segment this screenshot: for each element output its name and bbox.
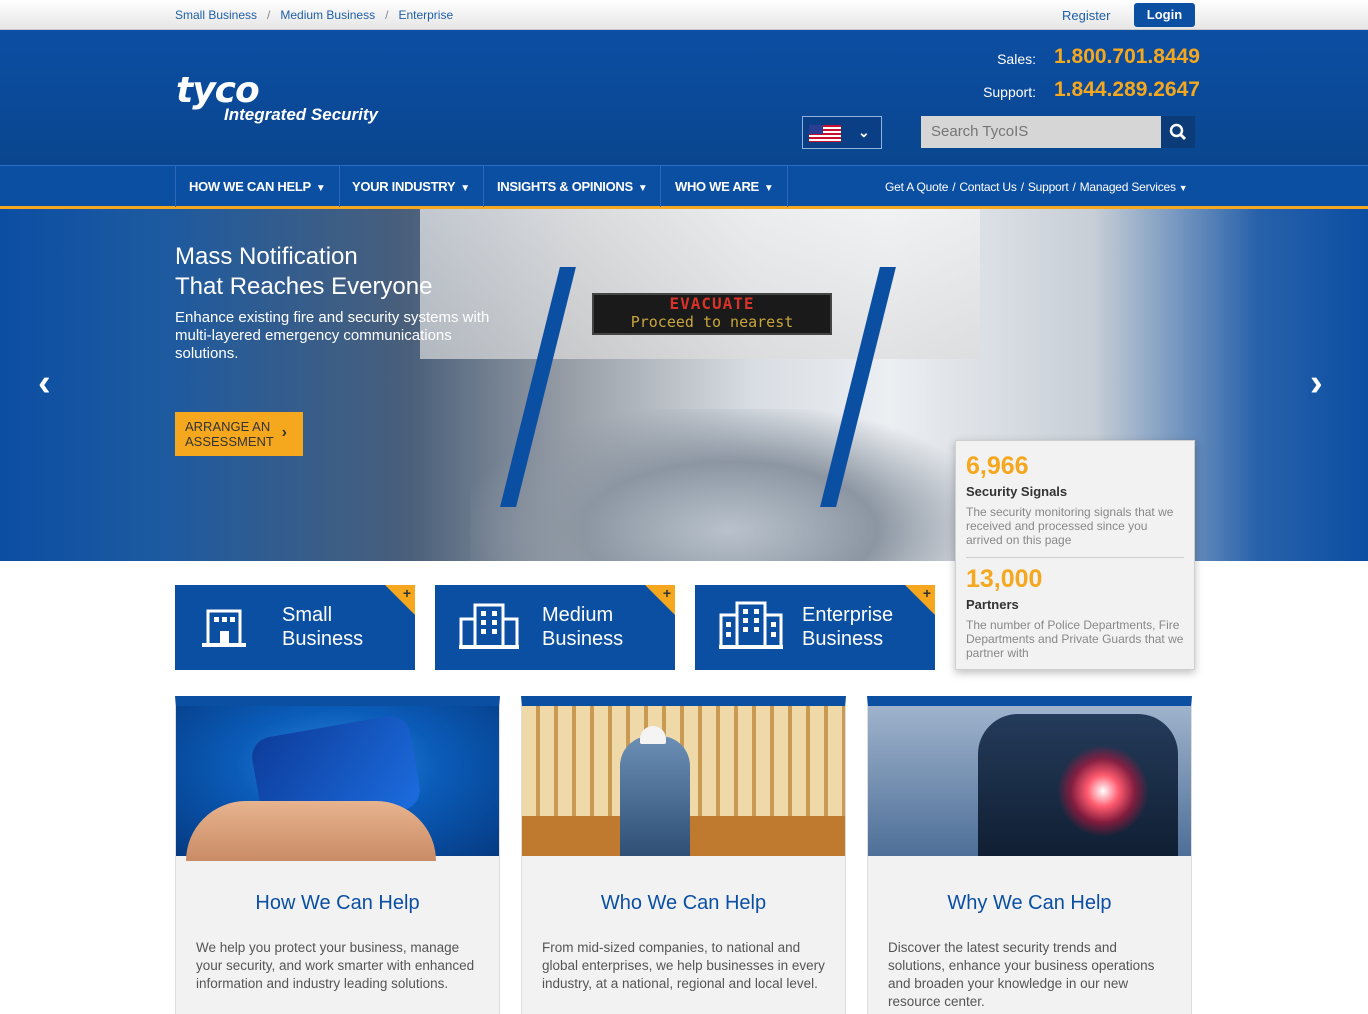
card-title[interactable]: How We Can Help	[176, 892, 499, 915]
partners-desc: The number of Police Departments, Fire D…	[966, 618, 1184, 660]
hero-description: Enhance existing fire and security syste…	[175, 309, 490, 362]
search-icon	[1169, 123, 1187, 141]
security-signals-title: Security Signals	[966, 484, 1068, 499]
enterprise-building-icon	[719, 601, 783, 649]
carousel-prev-arrow[interactable]: ‹	[38, 363, 51, 403]
caret-down-icon: ▼	[1178, 183, 1188, 193]
stats-panel: 6,966 Security Signals The security moni…	[955, 440, 1195, 670]
card-description: From mid-sized companies, to national an…	[542, 940, 825, 991]
small-business-link[interactable]: Small Business	[175, 8, 257, 22]
stats-divider	[966, 557, 1184, 558]
utility-links: Get A Quote / Contact Us / Support / Managed S…	[885, 180, 1188, 194]
why-we-can-help-card[interactable]: Why We Can Help Discover the latest secu…	[867, 696, 1192, 1014]
business-size-links: Small Business / Medium Business / Enterpris…	[175, 8, 454, 22]
security-signals-count: 6,966	[966, 452, 1029, 480]
nav-insights-opinions[interactable]: INSIGHTS & OPINIONS ▼	[484, 166, 662, 207]
card-title[interactable]: Why We Can Help	[868, 892, 1191, 915]
security-signals-desc: The security monitoring signals that we …	[966, 505, 1174, 547]
tile-label: Enterprise Business	[802, 604, 894, 650]
medium-building-icon	[459, 603, 519, 649]
chevron-down-icon: ▼	[315, 183, 326, 194]
hero-image-crowd	[470, 409, 990, 561]
main-nav: HOW WE CAN HELP ▼ YOUR INDUSTRY ▼ INSIGHTS…	[0, 165, 1368, 209]
chevron-down-icon: ▼	[637, 183, 648, 194]
plus-icon: +	[402, 585, 411, 601]
tile-label: Small Business	[282, 604, 364, 650]
managed-services-link[interactable]: Managed Services	[1080, 180, 1176, 194]
enterprise-business-tile[interactable]: Enterprise Business +	[695, 585, 935, 670]
card-description: We help you protect your business, manag…	[196, 940, 475, 991]
arrange-assessment-button[interactable]: ARRANGE AN ASSESSMENT ›	[175, 412, 303, 456]
small-building-icon	[202, 609, 246, 647]
country-selector[interactable]: ⌄	[802, 116, 882, 149]
sales-number[interactable]: 1.800.701.8449	[1054, 45, 1200, 69]
chevron-right-icon: ›	[281, 424, 287, 441]
site-header: tyco Integrated Security Sales: 1.800.70…	[0, 30, 1368, 165]
plus-icon: +	[662, 585, 671, 601]
card-description: Discover the latest security trends and …	[888, 940, 1155, 1009]
login-button[interactable]: Login	[1134, 3, 1195, 27]
contact-us-link[interactable]: Contact Us	[959, 180, 1017, 194]
enterprise-link[interactable]: Enterprise	[398, 8, 453, 22]
partners-count: 13,000	[966, 565, 1043, 593]
top-bar: Small Business / Medium Business / Enterpris…	[0, 0, 1368, 30]
chevron-down-icon: ▼	[763, 183, 774, 194]
support-link[interactable]: Support	[1028, 180, 1069, 194]
search-button[interactable]	[1161, 116, 1195, 148]
chevron-down-icon: ⌄	[858, 124, 870, 140]
get-a-quote-link[interactable]: Get A Quote	[885, 180, 948, 194]
medium-business-link[interactable]: Medium Business	[280, 8, 375, 22]
evacuate-sign: EVACUATE Proceed to nearest	[592, 293, 832, 335]
search-input[interactable]	[921, 116, 1161, 148]
hero-image-ceiling	[420, 209, 980, 359]
how-we-can-help-card[interactable]: How We Can Help We help you protect your…	[175, 696, 500, 1014]
sales-label: Sales:	[997, 51, 1036, 67]
nav-who-we-are[interactable]: WHO WE ARE ▼	[662, 166, 788, 207]
chevron-down-icon: ▼	[460, 183, 470, 194]
hero-title: Mass Notification That Reaches Everyone	[175, 243, 433, 300]
card-title[interactable]: Who We Can Help	[522, 892, 845, 915]
small-business-tile[interactable]: Small Business +	[175, 585, 415, 670]
construction-worker-image	[522, 706, 845, 856]
puzzle-hand-image	[176, 706, 499, 861]
medium-business-tile[interactable]: Medium Business +	[435, 585, 675, 670]
support-label: Support:	[983, 84, 1036, 100]
nav-your-industry[interactable]: YOUR INDUSTRY ▼	[339, 166, 484, 207]
who-we-can-help-card[interactable]: Who We Can Help From mid-sized companies…	[521, 696, 846, 1014]
carousel-next-arrow[interactable]: ›	[1310, 363, 1323, 403]
us-flag-icon	[809, 125, 841, 142]
support-number[interactable]: 1.844.289.2647	[1054, 78, 1200, 102]
alarm-light-image	[868, 706, 1191, 856]
nav-how-we-can-help[interactable]: HOW WE CAN HELP ▼	[175, 166, 340, 207]
register-link[interactable]: Register	[1062, 8, 1110, 23]
tile-label: Medium Business	[542, 604, 624, 650]
plus-icon: +	[922, 585, 931, 601]
logo-subtitle: Integrated Security	[224, 105, 378, 124]
partners-title: Partners	[966, 597, 1019, 612]
